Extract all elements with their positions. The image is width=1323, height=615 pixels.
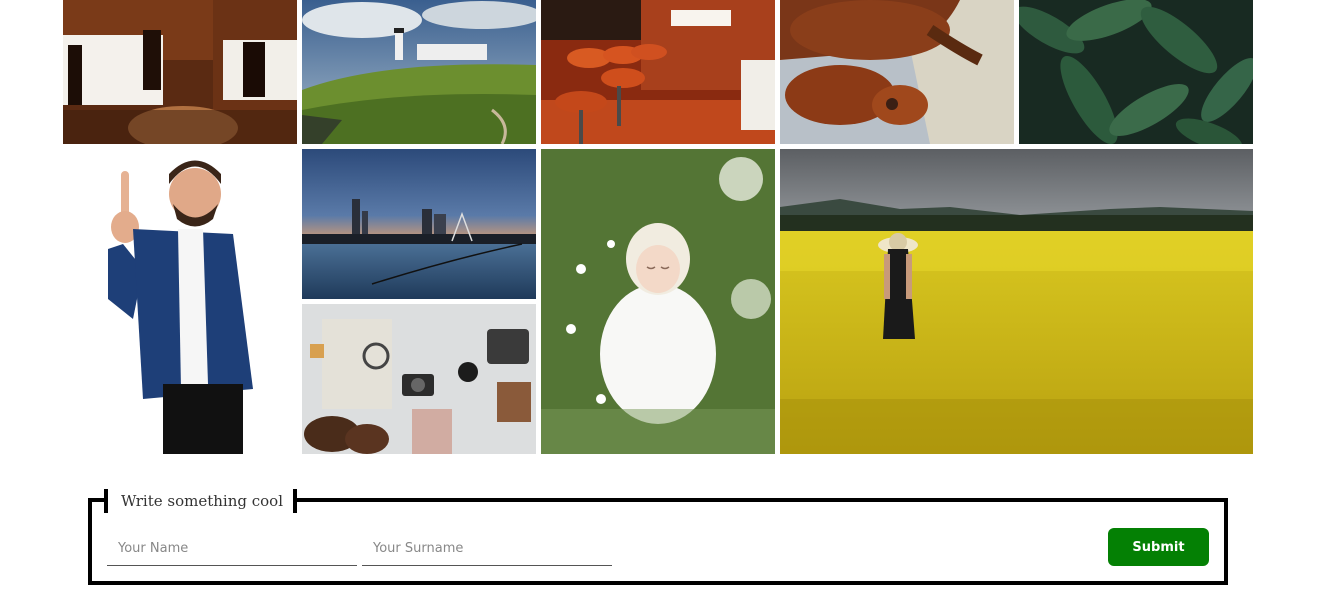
submit-button[interactable]: Submit	[1108, 528, 1209, 566]
gallery-image-city[interactable]	[302, 149, 536, 299]
gallery-image-field[interactable]	[780, 149, 1253, 454]
form-legend-text: Write something cool	[121, 492, 283, 510]
name-input[interactable]	[107, 532, 357, 566]
photo-gallery	[0, 0, 1323, 460]
gallery-image-leaves[interactable]	[1019, 0, 1253, 144]
gallery-image-baby[interactable]	[541, 149, 775, 454]
legend-right-bar	[293, 489, 297, 513]
surname-input[interactable]	[362, 532, 612, 566]
gallery-image-businessman[interactable]	[63, 149, 297, 454]
form-legend: Write something cool	[104, 489, 297, 513]
gallery-image-orangutans[interactable]	[780, 0, 1014, 144]
gallery-image-restaurant[interactable]	[63, 0, 297, 144]
gallery-image-flatlay[interactable]	[302, 304, 536, 454]
gallery-image-lighthouse[interactable]	[302, 0, 536, 144]
gallery-image-bar[interactable]	[541, 0, 775, 144]
